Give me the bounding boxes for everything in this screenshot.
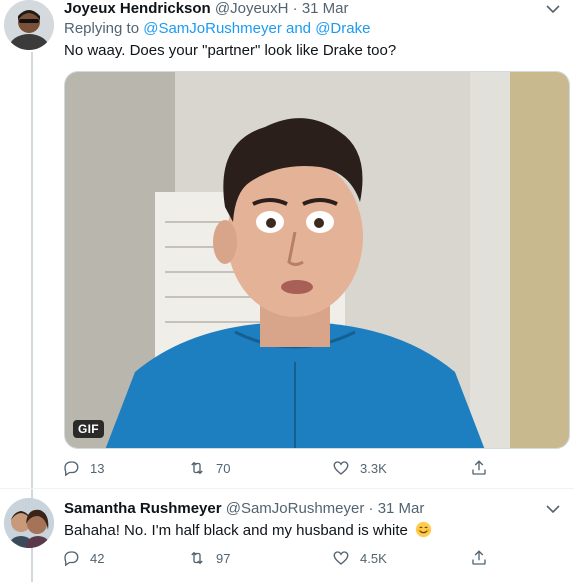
reply-count: 42 xyxy=(90,550,105,566)
like-count: 4.5K xyxy=(360,550,387,566)
gif-media[interactable]: GIF xyxy=(64,71,570,449)
mention-link[interactable]: @SamJoRushmeyer xyxy=(143,20,282,37)
tweet-divider xyxy=(0,488,574,489)
tweet-action-bar: 13 70 3.3K xyxy=(60,459,500,479)
avatar[interactable] xyxy=(4,498,54,548)
tweet-text: No waay. Does your "partner" look like D… xyxy=(64,42,397,59)
retweet-count: 70 xyxy=(216,460,231,476)
share-icon xyxy=(472,460,486,475)
tweet-date[interactable]: 31 Mar xyxy=(302,0,349,17)
reply-count: 13 xyxy=(90,460,105,476)
tweet-action-bar: 42 97 4.5K xyxy=(60,549,500,569)
mention-conjunction[interactable]: and xyxy=(286,20,311,37)
like-button[interactable]: 4.5K xyxy=(332,549,387,567)
gif-frame-image xyxy=(65,72,569,448)
retweet-button[interactable]: 70 xyxy=(188,459,230,477)
user-avatar-image xyxy=(4,498,54,548)
like-count: 3.3K xyxy=(360,460,387,476)
reply-button[interactable]: 42 xyxy=(62,549,104,567)
author-handle[interactable]: @SamJoRushmeyer xyxy=(226,500,365,517)
heart-icon xyxy=(333,461,349,475)
author-handle[interactable]: @JoyeuxH xyxy=(215,0,289,17)
header-separator: · xyxy=(292,0,298,17)
gif-badge: GIF xyxy=(73,420,104,438)
retweet-count: 97 xyxy=(216,550,231,566)
reply-button[interactable]: 13 xyxy=(62,459,104,477)
share-button[interactable] xyxy=(470,459,488,477)
heart-icon xyxy=(333,551,349,565)
mention-link[interactable]: @Drake xyxy=(315,20,370,37)
header-separator: · xyxy=(368,500,374,517)
retweet-button[interactable]: 97 xyxy=(188,549,230,567)
tweet-header: Samantha Rushmeyer @SamJoRushmeyer · 31 … xyxy=(64,500,424,517)
author-name[interactable]: Joyeux Hendrickson xyxy=(64,0,211,17)
tweet-text-line: Bahaha! No. I'm half black and my husban… xyxy=(64,521,432,539)
chevron-down-icon[interactable] xyxy=(544,502,562,516)
author-name[interactable]: Samantha Rushmeyer xyxy=(64,500,222,517)
reply-icon xyxy=(64,551,79,567)
like-button[interactable]: 3.3K xyxy=(332,459,387,477)
replying-to-prefix: Replying to xyxy=(64,20,140,37)
retweet-icon xyxy=(191,551,203,565)
avatar[interactable] xyxy=(4,0,54,50)
tweet-date[interactable]: 31 Mar xyxy=(378,500,425,517)
replying-to-line: Replying to @SamJoRushmeyer and @Drake xyxy=(64,20,370,37)
chevron-down-icon[interactable] xyxy=(544,2,562,16)
reply-icon xyxy=(64,461,79,477)
retweet-icon xyxy=(191,461,203,475)
smiling-face-emoji-icon xyxy=(415,521,432,538)
tweet-text: Bahaha! No. I'm half black and my husban… xyxy=(64,522,408,539)
share-button[interactable] xyxy=(470,549,488,567)
tweet-header: Joyeux Hendrickson @JoyeuxH · 31 Mar xyxy=(64,0,349,17)
user-avatar-image xyxy=(4,0,54,50)
share-icon xyxy=(472,550,486,565)
